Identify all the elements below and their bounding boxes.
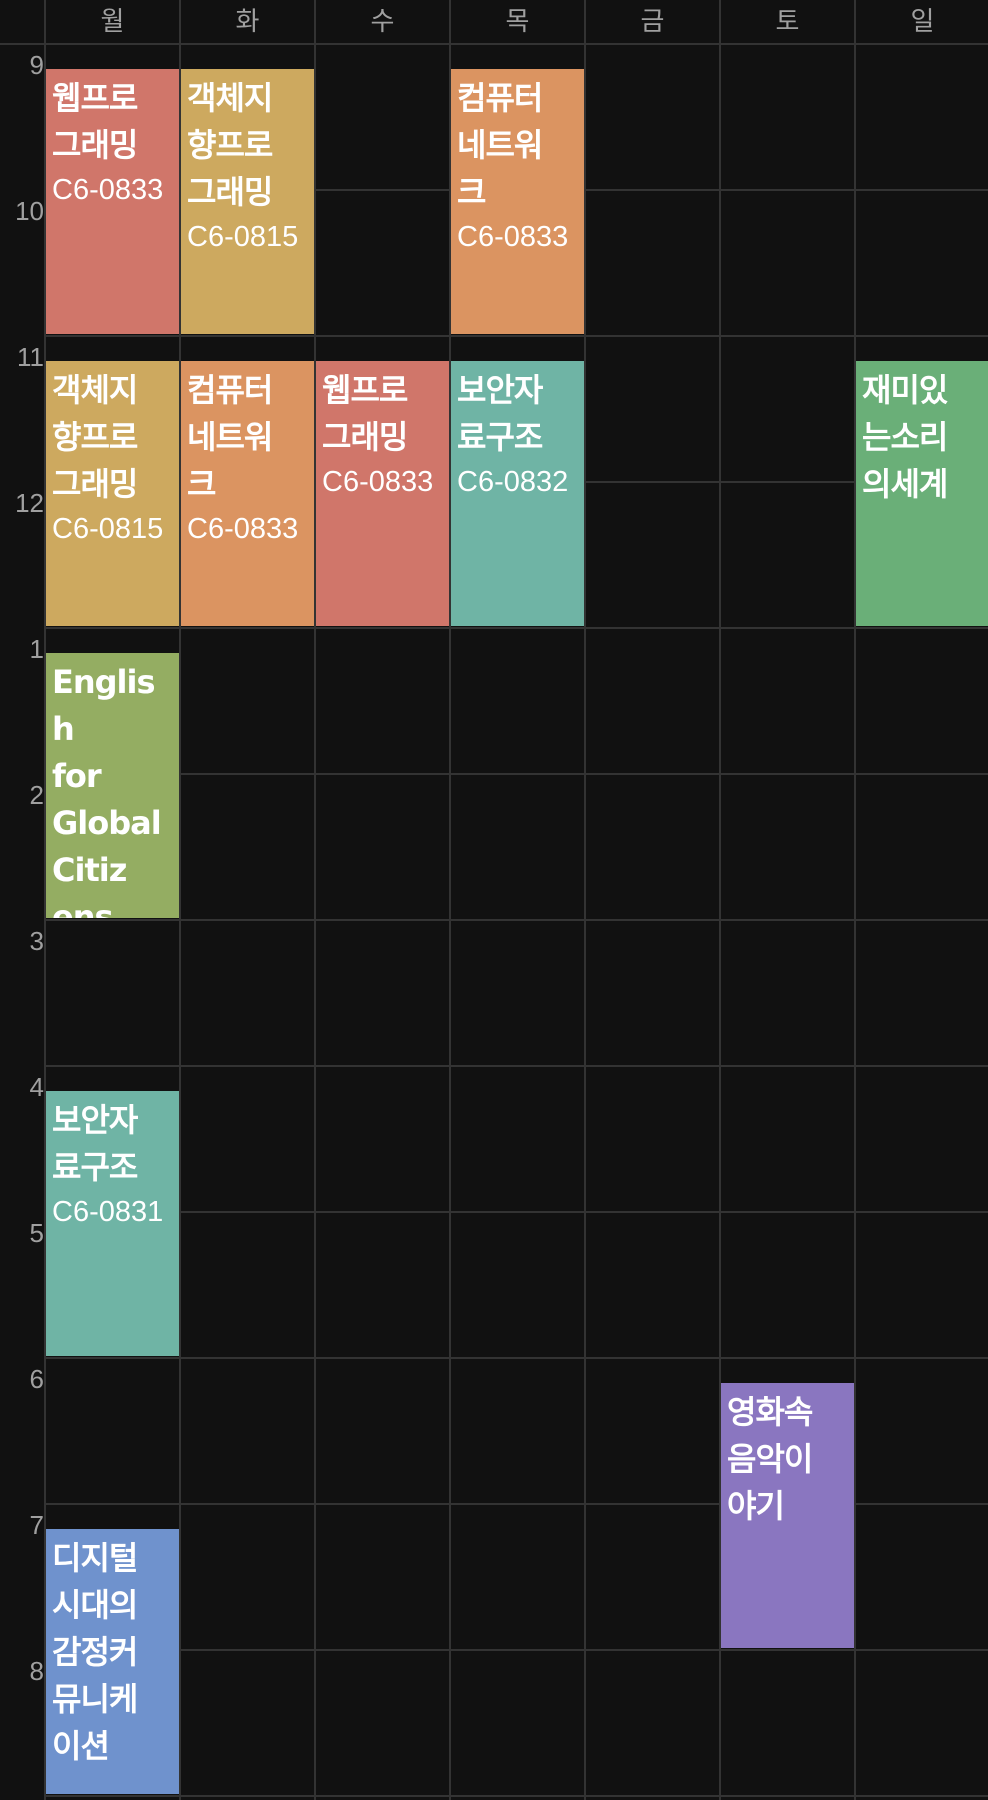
course-room: C6-0833 <box>457 221 569 253</box>
course-title: 객체지 향프로 그래밍 <box>52 371 138 503</box>
grid-hline <box>46 1795 988 1797</box>
day-header: 금 <box>640 7 665 37</box>
course-title: English for Global Citiz ens III <box>52 663 162 918</box>
course-title: 보안자 료구조 <box>457 371 543 456</box>
hour-label: 10 <box>15 196 44 226</box>
course-block[interactable]: 컴퓨터 네트워 크 C6-0833 <box>181 361 314 626</box>
grid-vline <box>584 0 586 1800</box>
day-header: 수 <box>370 7 395 37</box>
course-title: 객체지 향프로 그래밍 <box>187 79 273 211</box>
course-title: 웹프로 그래밍 <box>322 371 408 456</box>
grid-vline <box>314 0 316 1800</box>
course-title: 컴퓨터 네트워 크 <box>457 79 543 211</box>
course-room: C6-0832 <box>457 466 569 498</box>
grid-hline <box>46 1649 988 1651</box>
course-title: 디지털 시대의 감정커 뮤니케 이션 <box>52 1539 138 1765</box>
grid-hline <box>46 1211 988 1213</box>
course-room: C6-0815 <box>187 221 299 253</box>
day-header: 일 <box>910 7 935 37</box>
grid-hline <box>46 335 988 337</box>
course-room: C6-0833 <box>52 174 164 206</box>
hour-label: 4 <box>29 1072 44 1102</box>
hour-label: 1 <box>29 634 44 664</box>
course-room: C6-0831 <box>52 1196 164 1228</box>
course-block[interactable]: 객체지 향프로 그래밍 C6-0815 <box>181 69 314 334</box>
grid-hline <box>46 773 988 775</box>
hour-label: 9 <box>29 50 44 80</box>
hour-label: 3 <box>29 926 44 956</box>
grid-hline <box>46 1065 988 1067</box>
timetable: 월화수목금토일 9 10 11 12 1 2 3 4 5 6 7 8 웹프로 그래밍 C6-0833 객체… <box>0 0 988 1800</box>
course-block[interactable]: 웹프로 그래밍 C6-0833 <box>316 361 449 626</box>
course-block[interactable]: 보안자 료구조 C6-0832 <box>451 361 584 626</box>
day-header: 목 <box>505 7 530 37</box>
hour-label: 11 <box>17 342 44 372</box>
hour-label: 12 <box>15 488 44 518</box>
day-header: 토 <box>775 7 800 37</box>
course-title: 재미있 는소리 의세계 <box>862 371 948 503</box>
grid-vline <box>854 0 856 1800</box>
course-room: C6-0815 <box>52 513 164 545</box>
course-block[interactable]: English for Global Citiz ens III <box>46 653 179 918</box>
course-room: C6-0833 <box>187 513 299 545</box>
hour-label: 7 <box>29 1510 44 1540</box>
course-block[interactable]: 재미있 는소리 의세계 <box>856 361 988 626</box>
hour-label: 5 <box>29 1218 44 1248</box>
hour-label: 6 <box>29 1364 44 1394</box>
day-header: 화 <box>235 7 260 37</box>
hour-label: 2 <box>29 780 44 810</box>
grid-hline <box>46 627 988 629</box>
course-block[interactable]: 보안자 료구조 C6-0831 <box>46 1091 179 1356</box>
course-title: 컴퓨터 네트워 크 <box>187 371 273 503</box>
course-title: 보안자 료구조 <box>52 1101 138 1186</box>
course-block[interactable]: 디지털 시대의 감정커 뮤니케 이션 <box>46 1529 179 1794</box>
day-header: 월 <box>100 7 125 37</box>
course-block[interactable]: 객체지 향프로 그래밍 C6-0815 <box>46 361 179 626</box>
course-block[interactable]: 컴퓨터 네트워 크 C6-0833 <box>451 69 584 334</box>
course-room: C6-0833 <box>322 466 434 498</box>
course-title: 웹프로 그래밍 <box>52 79 138 164</box>
course-title: 영화속 음악이 야기 <box>727 1393 813 1525</box>
hour-label: 8 <box>29 1656 44 1686</box>
grid-hline <box>46 1357 988 1359</box>
course-block[interactable]: 영화속 음악이 야기 <box>721 1383 854 1648</box>
grid-hline <box>46 919 988 921</box>
course-block[interactable]: 웹프로 그래밍 C6-0833 <box>46 69 179 334</box>
